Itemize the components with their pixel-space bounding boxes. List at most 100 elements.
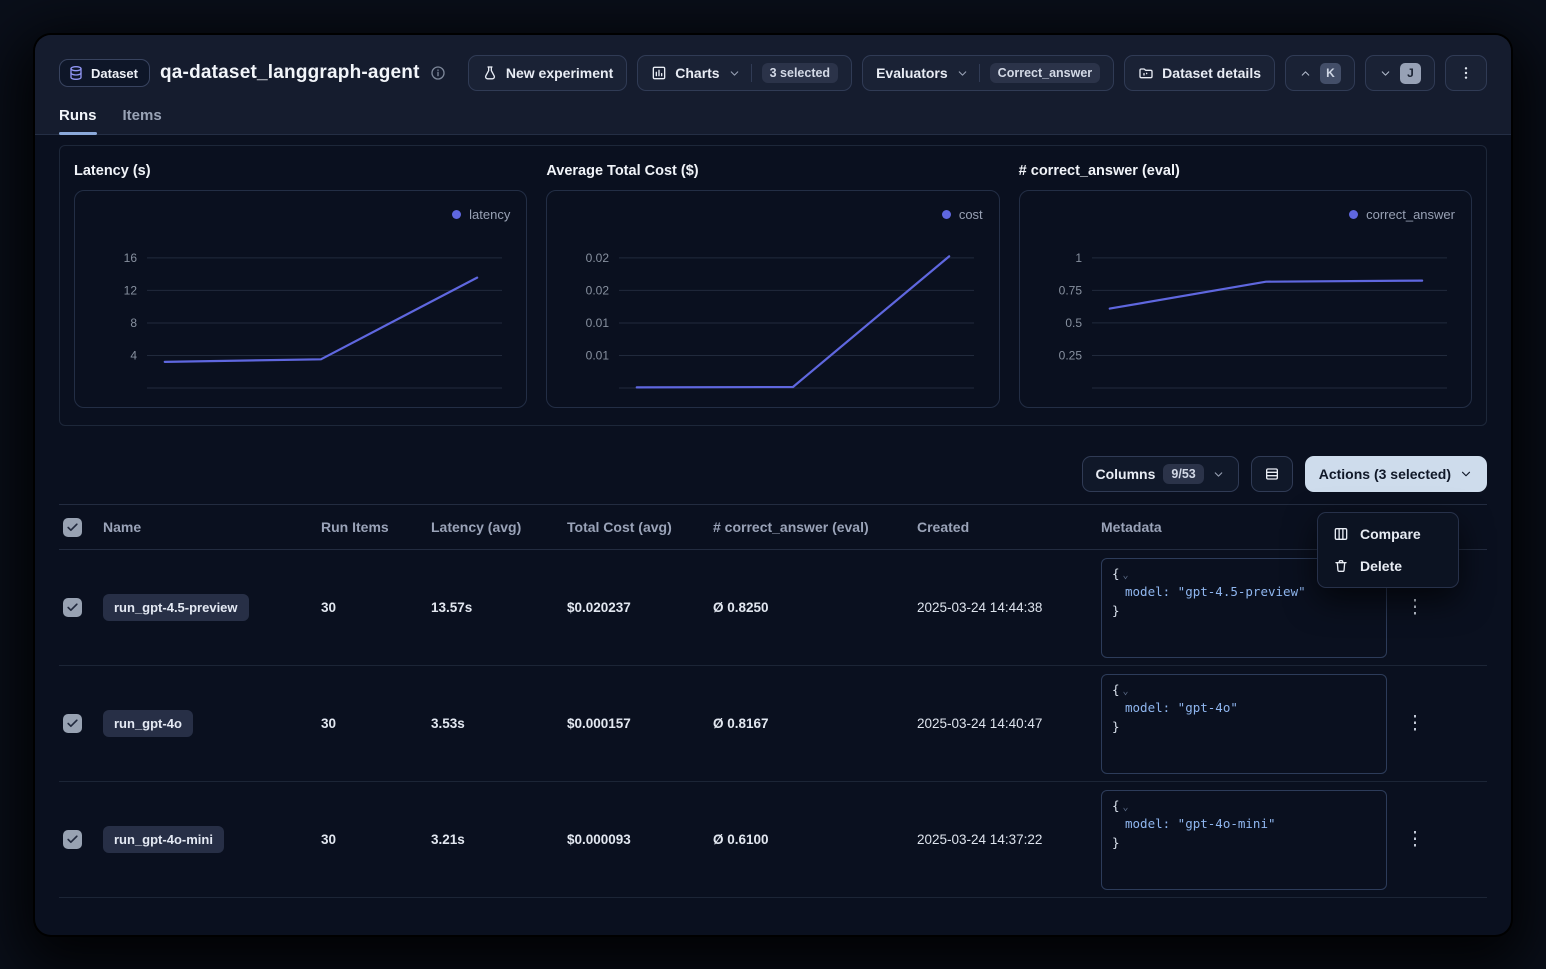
charts-label: Charts <box>675 65 719 81</box>
actions-label: Actions (3 selected) <box>1319 466 1451 482</box>
nav-prev-run-button[interactable]: K <box>1285 55 1355 91</box>
column-header-run-items[interactable]: Run Items <box>321 519 431 535</box>
cost-line-plot: 0.020.020.010.01 <box>563 226 982 398</box>
charts-selected-badge: 3 selected <box>762 63 838 83</box>
evaluators-label: Evaluators <box>876 65 948 81</box>
bar-chart-icon <box>651 65 667 81</box>
collapse-chevron-icon[interactable]: ⌄ <box>1123 802 1129 813</box>
menu-item-delete[interactable]: Delete <box>1323 550 1453 582</box>
total-cost-value: $0.000093 <box>567 832 713 847</box>
chart-title: Latency (s) <box>74 163 527 179</box>
svg-text:12: 12 <box>124 283 138 297</box>
metadata-line: model: "gpt-4o-mini" <box>1112 815 1376 834</box>
column-header-latency[interactable]: Latency (avg) <box>431 519 567 535</box>
column-header-name[interactable]: Name <box>103 519 321 535</box>
legend-dot <box>1349 210 1358 219</box>
svg-text:0.25: 0.25 <box>1058 348 1082 362</box>
column-header-created[interactable]: Created <box>917 519 1101 535</box>
svg-text:0.5: 0.5 <box>1065 316 1082 330</box>
actions-dropdown-menu: Compare Delete <box>1317 512 1459 588</box>
chart-legend: latency <box>91 204 510 224</box>
svg-text:0.01: 0.01 <box>586 348 610 362</box>
column-header-correct-answer[interactable]: # correct_answer (eval) <box>713 519 917 535</box>
run-name-link[interactable]: run_gpt-4o <box>103 710 193 737</box>
metadata-json-viewer[interactable]: {⌄ model: "gpt-4o-mini" } <box>1101 790 1387 890</box>
table-row: run_gpt-4o 30 3.53s $0.000157 Ø 0.8167 2… <box>59 666 1487 782</box>
created-value: 2025-03-24 14:40:47 <box>917 716 1101 731</box>
columns-count-badge: 9/53 <box>1163 464 1203 484</box>
select-all-checkbox[interactable] <box>63 518 82 537</box>
collapse-chevron-icon[interactable]: ⌄ <box>1123 686 1129 697</box>
new-experiment-button[interactable]: New experiment <box>468 55 627 91</box>
row-actions-kebab-icon[interactable]: ⋮ <box>1401 712 1429 735</box>
keyboard-shortcut-k: K <box>1320 63 1341 84</box>
info-icon[interactable] <box>430 65 446 81</box>
metadata-line: model: "gpt-4o" <box>1112 699 1376 718</box>
row-actions-kebab-icon[interactable]: ⋮ <box>1401 828 1429 851</box>
latency-value: 3.53s <box>431 716 567 731</box>
database-icon <box>68 65 84 81</box>
svg-text:0.75: 0.75 <box>1058 283 1082 297</box>
menu-item-label: Delete <box>1360 558 1402 574</box>
page-title: qa-dataset_langgraph-agent <box>160 62 420 84</box>
evaluators-dropdown-button[interactable]: Evaluators Correct_answer <box>862 55 1114 91</box>
chevron-down-icon <box>1379 67 1392 80</box>
chart-legend: correct_answer <box>1036 204 1455 224</box>
run-items-value: 30 <box>321 600 431 615</box>
trash-icon <box>1333 558 1349 574</box>
collapse-chevron-icon[interactable]: ⌄ <box>1123 570 1129 581</box>
tab-items[interactable]: Items <box>123 107 162 134</box>
svg-text:4: 4 <box>130 348 137 362</box>
chart-legend: cost <box>563 204 982 224</box>
correct-answer-value: Ø 0.8250 <box>713 600 917 615</box>
columns-label: Columns <box>1096 466 1156 482</box>
row-checkbox[interactable] <box>63 598 82 617</box>
row-checkbox[interactable] <box>63 830 82 849</box>
svg-text:0.02: 0.02 <box>586 251 610 265</box>
row-height-button[interactable] <box>1251 456 1293 492</box>
charts-dropdown-button[interactable]: Charts 3 selected <box>637 55 852 91</box>
created-value: 2025-03-24 14:44:38 <box>917 600 1101 615</box>
svg-text:1: 1 <box>1075 251 1082 265</box>
actions-dropdown-button[interactable]: Actions (3 selected) <box>1305 456 1487 492</box>
legend-dot <box>942 210 951 219</box>
svg-text:0.01: 0.01 <box>586 316 610 330</box>
dataset-type-badge: Dataset <box>59 59 150 87</box>
latency-value: 3.21s <box>431 832 567 847</box>
chart-title: # correct_answer (eval) <box>1019 163 1472 179</box>
nav-next-run-button[interactable]: J <box>1365 55 1435 91</box>
tab-runs[interactable]: Runs <box>59 107 97 134</box>
chart-title: Average Total Cost ($) <box>546 163 999 179</box>
charts-section: Latency (s) latency 161284 Average Total… <box>59 145 1487 426</box>
legend-label: latency <box>469 207 510 222</box>
menu-item-label: Compare <box>1360 526 1421 542</box>
columns-dropdown-button[interactable]: Columns 9/53 <box>1082 456 1239 492</box>
chevron-up-icon <box>1299 67 1312 80</box>
tab-bar: Runs Items <box>59 107 1487 134</box>
row-actions-kebab-icon[interactable]: ⋮ <box>1401 596 1429 619</box>
total-cost-value: $0.000157 <box>567 716 713 731</box>
app-window: Dataset qa-dataset_langgraph-agent <box>35 35 1511 935</box>
dataset-details-button[interactable]: Dataset details <box>1124 55 1275 91</box>
menu-item-compare[interactable]: Compare <box>1323 518 1453 550</box>
run-items-value: 30 <box>321 716 431 731</box>
cost-chart: Average Total Cost ($) cost 0.020.020.01… <box>546 161 999 408</box>
total-cost-value: $0.020237 <box>567 600 713 615</box>
table-toolbar: Columns 9/53 Actions (3 selected) <box>59 456 1487 492</box>
correct-answer-value: Ø 0.6100 <box>713 832 917 847</box>
run-name-link[interactable]: run_gpt-4o-mini <box>103 826 224 853</box>
more-options-button[interactable] <box>1445 55 1487 91</box>
latency-line-plot: 161284 <box>91 226 510 398</box>
svg-text:16: 16 <box>124 251 138 265</box>
correct-answer-chart: # correct_answer (eval) correct_answer 1… <box>1019 161 1472 408</box>
folder-icon <box>1138 65 1154 81</box>
column-header-total-cost[interactable]: Total Cost (avg) <box>567 519 713 535</box>
latency-value: 13.57s <box>431 600 567 615</box>
run-name-link[interactable]: run_gpt-4.5-preview <box>103 594 249 621</box>
latency-chart: Latency (s) latency 161284 <box>74 161 527 408</box>
evaluator-selected-badge: Correct_answer <box>990 63 1101 83</box>
metadata-json-viewer[interactable]: {⌄ model: "gpt-4o" } <box>1101 674 1387 774</box>
table-row: run_gpt-4.5-preview 30 13.57s $0.020237 … <box>59 550 1487 666</box>
divider <box>979 64 980 82</box>
row-checkbox[interactable] <box>63 714 82 733</box>
